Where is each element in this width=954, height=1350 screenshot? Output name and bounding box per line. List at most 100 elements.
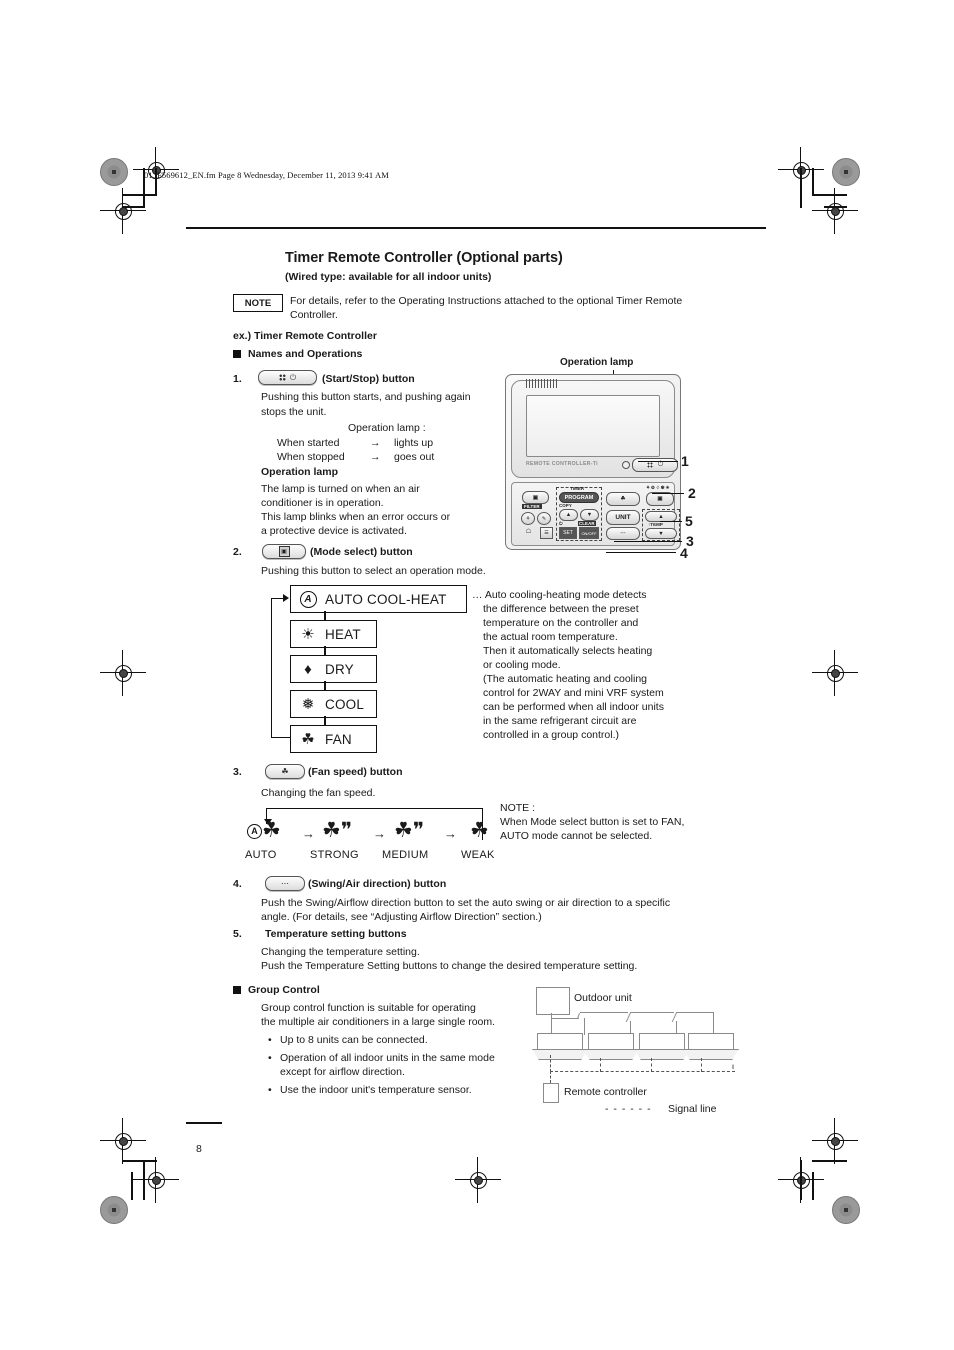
filter-reset-button[interactable]: ▣ bbox=[522, 491, 549, 504]
swing-air-direction-button-icon[interactable]: ⋯ bbox=[265, 876, 305, 891]
signal-drop-2 bbox=[600, 1058, 601, 1072]
mode-loop-vertical bbox=[271, 598, 272, 738]
fan-label-weak: WEAK bbox=[461, 849, 495, 861]
section-group-control: Group Control bbox=[233, 984, 320, 996]
gc-bullet-1: Operation of all indoor units in the sam… bbox=[268, 1051, 495, 1066]
item2-body: Pushing this button to select an operati… bbox=[261, 565, 486, 577]
reg-line-10 bbox=[131, 1172, 133, 1200]
item2-number: 2. bbox=[233, 546, 242, 558]
controller-lower-panel: ▣ FILTER ⚘ ✎ ☖ ☰ TIMER PROGRAM COPY ▲ ▼ … bbox=[511, 482, 680, 546]
mode-expl-line-4: Then it automatically selects heating bbox=[483, 645, 653, 657]
lamp-body-line-0: The lamp is turned on when an air bbox=[261, 483, 420, 495]
section-label: Names and Operations bbox=[248, 348, 363, 360]
lamp-body-line-3: a protective device is activated. bbox=[261, 525, 407, 537]
mode-icons-row: ⚘⚙♢❆☀ bbox=[646, 485, 671, 490]
mode-expl-line-1: the difference between the preset bbox=[483, 603, 639, 615]
set-button[interactable]: SET bbox=[559, 527, 577, 539]
fan-note-line-2: AUTO mode cannot be selected. bbox=[500, 830, 653, 842]
crop-mark-bottom-left-a bbox=[100, 1118, 146, 1164]
callout-line-2 bbox=[652, 493, 684, 495]
crop-mark-bottom-left-b bbox=[133, 1157, 179, 1203]
fan-speed-button[interactable]: ☘ bbox=[606, 492, 640, 506]
registration-dot-bottom-left bbox=[100, 1196, 128, 1224]
menu-button[interactable]: ☰ bbox=[540, 527, 553, 539]
mode-select-button-icon[interactable]: ▣ bbox=[262, 544, 306, 559]
lamp-row-0-result: lights up bbox=[394, 437, 434, 449]
operation-lamp-led bbox=[622, 461, 630, 469]
note-text: For details, refer to the Operating Inst… bbox=[290, 295, 683, 321]
crop-mark-mid-right bbox=[812, 650, 858, 696]
swing-louver-icon: ⋯ bbox=[281, 879, 289, 888]
reg-line-3 bbox=[122, 194, 157, 196]
start-stop-button-icon[interactable]: ⏻ bbox=[258, 370, 317, 385]
indoor-unit-body-1 bbox=[537, 1033, 583, 1051]
temp-label: ↑TEMP bbox=[648, 522, 663, 527]
fan-medium-icon: ☘❞ bbox=[394, 819, 425, 842]
fan-arrow-1: → bbox=[302, 826, 315, 841]
swing-button[interactable]: ⋯ bbox=[606, 527, 640, 540]
fan-icon: ☘ bbox=[301, 730, 315, 748]
outdoor-unit-box bbox=[536, 987, 570, 1015]
registration-dot-top-right bbox=[832, 158, 860, 186]
reg-line-5 bbox=[800, 168, 802, 208]
mode-expl-line-7: control for 2WAY and mini VRF system bbox=[483, 687, 664, 699]
callout-number-5: 5 bbox=[685, 513, 693, 529]
crop-mark-top-right-b bbox=[812, 188, 858, 234]
item1-number: 1. bbox=[233, 373, 242, 385]
lamp-row-0-arrow: → bbox=[370, 437, 381, 449]
sun-icon: ☀ bbox=[301, 625, 315, 643]
program-button[interactable]: PROGRAM bbox=[559, 492, 599, 503]
page-subtitle: (Wired type: available for all indoor un… bbox=[285, 271, 492, 283]
fan-note-line-0: NOTE : bbox=[500, 802, 536, 814]
page-title: Timer Remote Controller (Optional parts) bbox=[285, 250, 563, 266]
fan-arrow-3: → bbox=[444, 826, 457, 841]
timer-up-button[interactable]: ▲ bbox=[559, 509, 578, 521]
remote-controller-box bbox=[543, 1083, 559, 1103]
file-header-line: 01_F569612_EN.fm Page 8 Wednesday, Decem… bbox=[144, 170, 389, 180]
dots-icon bbox=[278, 374, 286, 381]
signal-line-dashes: - - - - - - bbox=[605, 1103, 652, 1115]
lcd-display bbox=[526, 395, 660, 457]
pipe-h-2 bbox=[630, 1012, 674, 1014]
power-icon: ⏻ bbox=[289, 372, 297, 382]
mode-label-heat: HEAT bbox=[325, 626, 361, 642]
callout-line-1 bbox=[638, 461, 678, 463]
bullet-square-icon-2 bbox=[233, 986, 241, 994]
crop-mark-mid-left bbox=[100, 650, 146, 696]
mode-expl-line-3: the actual room temperature. bbox=[483, 631, 618, 643]
pipe-h-0 bbox=[551, 1018, 579, 1020]
crop-mark-bottom-right-a bbox=[812, 1118, 858, 1164]
ventilation-button[interactable]: ⚘ bbox=[521, 512, 535, 525]
timer-down-button[interactable]: ▼ bbox=[580, 509, 599, 521]
timer-label: TIMER bbox=[570, 486, 585, 491]
mode-box-cool: ❅ COOL bbox=[290, 690, 377, 718]
fan-label-medium: MEDIUM bbox=[382, 849, 429, 861]
fan-speed-button-icon[interactable]: ☘ bbox=[265, 764, 305, 779]
home-leave-icon: ☖ bbox=[525, 528, 532, 535]
signal-terminator-icon: ‖ bbox=[732, 1065, 735, 1071]
signal-line-bus bbox=[550, 1071, 735, 1072]
snowflake-icon: ❅ bbox=[301, 695, 315, 713]
test-run-button[interactable]: ✎ bbox=[537, 512, 551, 525]
reg-line-7 bbox=[812, 194, 847, 196]
mode-label-cool: COOL bbox=[325, 696, 365, 712]
reg-line-14 bbox=[812, 1160, 847, 1162]
gc-bullet-0: Up to 8 units can be connected. bbox=[268, 1033, 428, 1048]
temp-down-button[interactable]: ▼ bbox=[645, 528, 677, 539]
controller-brand-text: REMOTE CONTROLLER-Ti bbox=[526, 461, 598, 467]
reg-line-12 bbox=[800, 1160, 802, 1200]
gc-intro-line-1: the multiple air conditioners in a large… bbox=[261, 1016, 496, 1028]
copy-label: COPY bbox=[559, 503, 572, 508]
item4-body-line-0: Push the Swing/Airflow direction button … bbox=[261, 897, 671, 909]
item4-number: 4. bbox=[233, 878, 242, 890]
mode-expl-line-6: (The automatic heating and cooling bbox=[483, 673, 648, 685]
mode-expl-line-0: … Auto cooling-heating mode detects bbox=[472, 589, 647, 601]
on-off-button[interactable]: ON/OFF bbox=[579, 527, 599, 539]
indoor-unit-base-3 bbox=[634, 1049, 690, 1060]
mode-expl-line-10: controlled in a group control.) bbox=[483, 729, 619, 741]
unit-button[interactable]: UNIT bbox=[606, 510, 640, 525]
mode-box-auto: A AUTO COOL-HEAT bbox=[290, 585, 467, 613]
example-heading: ex.) Timer Remote Controller bbox=[233, 330, 377, 342]
lamp-column-header: Operation lamp : bbox=[348, 422, 426, 434]
power-dots-icon bbox=[646, 462, 653, 468]
